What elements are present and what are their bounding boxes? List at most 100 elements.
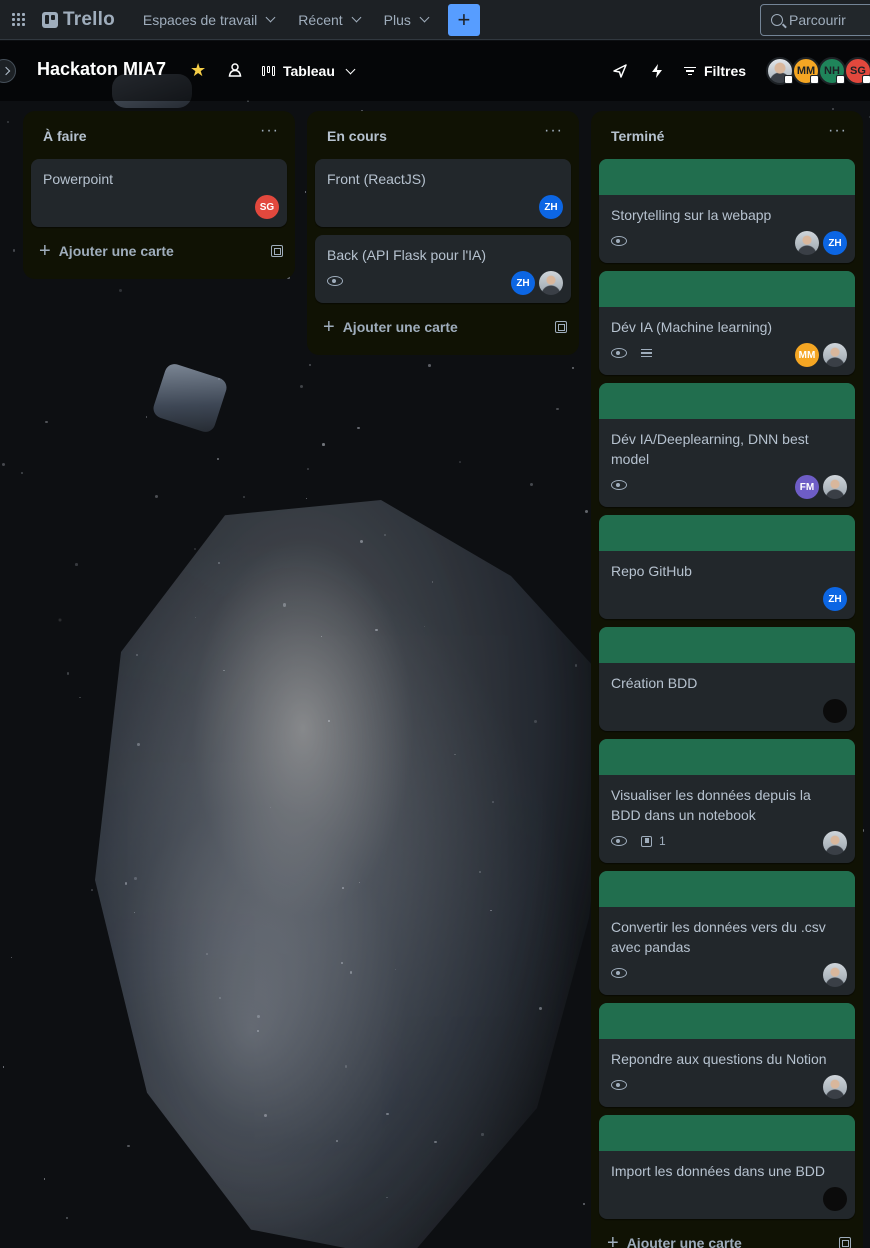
card[interactable]: Powerpoint SG <box>31 159 287 227</box>
trello-logo[interactable]: Trello <box>42 9 115 31</box>
list-title[interactable]: À faire <box>43 128 87 144</box>
add-card-button[interactable]: + Ajouter une carte <box>23 231 295 271</box>
board-view-switcher[interactable]: Tableau <box>262 55 356 87</box>
card-title: Powerpoint <box>43 171 114 187</box>
card-body: Storytelling sur la webapp ZH <box>599 195 855 263</box>
background-speck <box>492 801 494 803</box>
card-cover <box>599 1003 855 1039</box>
member-avatar[interactable]: MM <box>795 343 819 367</box>
member-avatar[interactable]: SG <box>844 57 870 85</box>
automation-icon[interactable] <box>649 63 665 79</box>
add-card-label: Ajouter une carte <box>58 243 174 259</box>
background-ice <box>95 500 615 1248</box>
member-avatar[interactable] <box>823 963 847 987</box>
background-speck <box>428 363 431 367</box>
board-view-label: Tableau <box>283 63 335 79</box>
chevron-right-icon <box>1 66 11 76</box>
member-avatar[interactable] <box>823 475 847 499</box>
background-speck <box>20 471 24 474</box>
background-speck <box>75 563 78 566</box>
card[interactable]: Dév IA/Deeplearning, DNN best model FM <box>599 383 855 507</box>
member-avatar[interactable]: ZH <box>539 195 563 219</box>
apps-switcher-icon[interactable] <box>0 0 36 40</box>
add-card-button[interactable]: + Ajouter une carte <box>591 1223 863 1248</box>
board-members[interactable]: MM NH SG <box>766 57 870 85</box>
card-badges <box>611 585 843 609</box>
member-avatar[interactable] <box>766 57 794 85</box>
list-menu-icon[interactable]: ··· <box>544 123 563 139</box>
filters-button[interactable]: Filtres <box>684 55 746 87</box>
background-speck <box>91 888 93 891</box>
create-from-template-icon[interactable] <box>839 1237 851 1248</box>
member-avatar[interactable] <box>823 343 847 367</box>
create-from-template-icon[interactable] <box>271 245 283 257</box>
board-title[interactable]: Hackaton MIA7 <box>37 59 166 80</box>
background-speck <box>481 1133 484 1136</box>
star-icon[interactable]: ★ <box>190 61 206 79</box>
card[interactable]: Visualiser les données depuis la BDD dan… <box>599 739 855 863</box>
member-avatar[interactable] <box>539 271 563 295</box>
card[interactable]: Front (ReactJS) ZH <box>315 159 571 227</box>
recent-menu[interactable]: Récent <box>286 4 371 36</box>
card-title: Visualiser les données depuis la BDD dan… <box>611 787 811 823</box>
member-avatar[interactable]: SG <box>255 195 279 219</box>
background-speck <box>155 495 159 499</box>
search-input[interactable] <box>789 12 870 28</box>
power-ups-icon[interactable] <box>612 63 628 79</box>
list-header: En cours ··· <box>307 111 579 159</box>
member-avatar[interactable]: ZH <box>823 231 847 255</box>
create-from-template-icon[interactable] <box>555 321 567 333</box>
card[interactable]: Convertir les données vers du .csv avec … <box>599 871 855 995</box>
member-avatar[interactable]: NH <box>818 57 846 85</box>
card-cover <box>599 383 855 419</box>
member-avatar[interactable] <box>823 831 847 855</box>
watching-icon <box>327 276 343 286</box>
card[interactable]: Création BDD <box>599 627 855 731</box>
card-title: Création BDD <box>611 675 698 691</box>
plus-icon: + <box>39 240 51 262</box>
list-title[interactable]: En cours <box>327 128 387 144</box>
card[interactable]: Import les données dans une BDD <box>599 1115 855 1219</box>
card[interactable]: Repondre aux questions du Notion <box>599 1003 855 1107</box>
card-body: Front (ReactJS) ZH <box>315 159 571 227</box>
chevron-down-icon <box>351 12 362 23</box>
card-title: Back (API Flask pour l'IA) <box>327 247 487 263</box>
card-cover <box>599 739 855 775</box>
card[interactable]: Repo GitHub ZH <box>599 515 855 619</box>
member-avatar[interactable]: FM <box>795 475 819 499</box>
list-menu-icon[interactable]: ··· <box>260 123 279 139</box>
top-navigation: Trello Espaces de travail Récent Plus + <box>0 0 870 40</box>
sidebar-expand-button[interactable] <box>0 59 16 83</box>
member-avatar[interactable] <box>823 699 847 723</box>
add-card-button[interactable]: + Ajouter une carte <box>307 307 579 347</box>
card-members: ZH <box>823 587 847 611</box>
card-body: Création BDD <box>599 663 855 731</box>
member-avatar[interactable] <box>795 231 819 255</box>
card[interactable]: Dév IA (Machine learning) MM <box>599 271 855 375</box>
member-avatar[interactable]: ZH <box>511 271 535 295</box>
card[interactable]: Back (API Flask pour l'IA) ZH <box>315 235 571 303</box>
member-avatar[interactable]: ZH <box>823 587 847 611</box>
card-members: ZH <box>795 231 847 255</box>
create-button[interactable]: + <box>447 3 480 36</box>
member-avatar[interactable]: MM <box>792 57 820 85</box>
card-title: Repo GitHub <box>611 563 692 579</box>
card[interactable]: Storytelling sur la webapp ZH <box>599 159 855 263</box>
card-members: FM <box>795 475 847 499</box>
card-body: Dév IA/Deeplearning, DNN best model FM <box>599 419 855 507</box>
list-title[interactable]: Terminé <box>611 128 664 144</box>
card-title: Convertir les données vers du .csv avec … <box>611 919 826 955</box>
chevron-down-icon <box>265 12 276 23</box>
workspaces-menu[interactable]: Espaces de travail <box>131 4 286 36</box>
card-title: Dév IA/Deeplearning, DNN best model <box>611 431 809 467</box>
background-speck <box>342 887 344 889</box>
workspace-visibility-icon[interactable] <box>228 62 242 78</box>
card-title: Dév IA (Machine learning) <box>611 319 773 335</box>
background-speck <box>66 672 70 675</box>
member-avatar[interactable] <box>823 1075 847 1099</box>
list-menu-icon[interactable]: ··· <box>828 123 847 139</box>
search-box[interactable] <box>760 4 870 36</box>
member-avatar[interactable] <box>823 1187 847 1211</box>
more-menu[interactable]: Plus <box>372 4 440 36</box>
checklist-count: 1 <box>659 834 666 848</box>
